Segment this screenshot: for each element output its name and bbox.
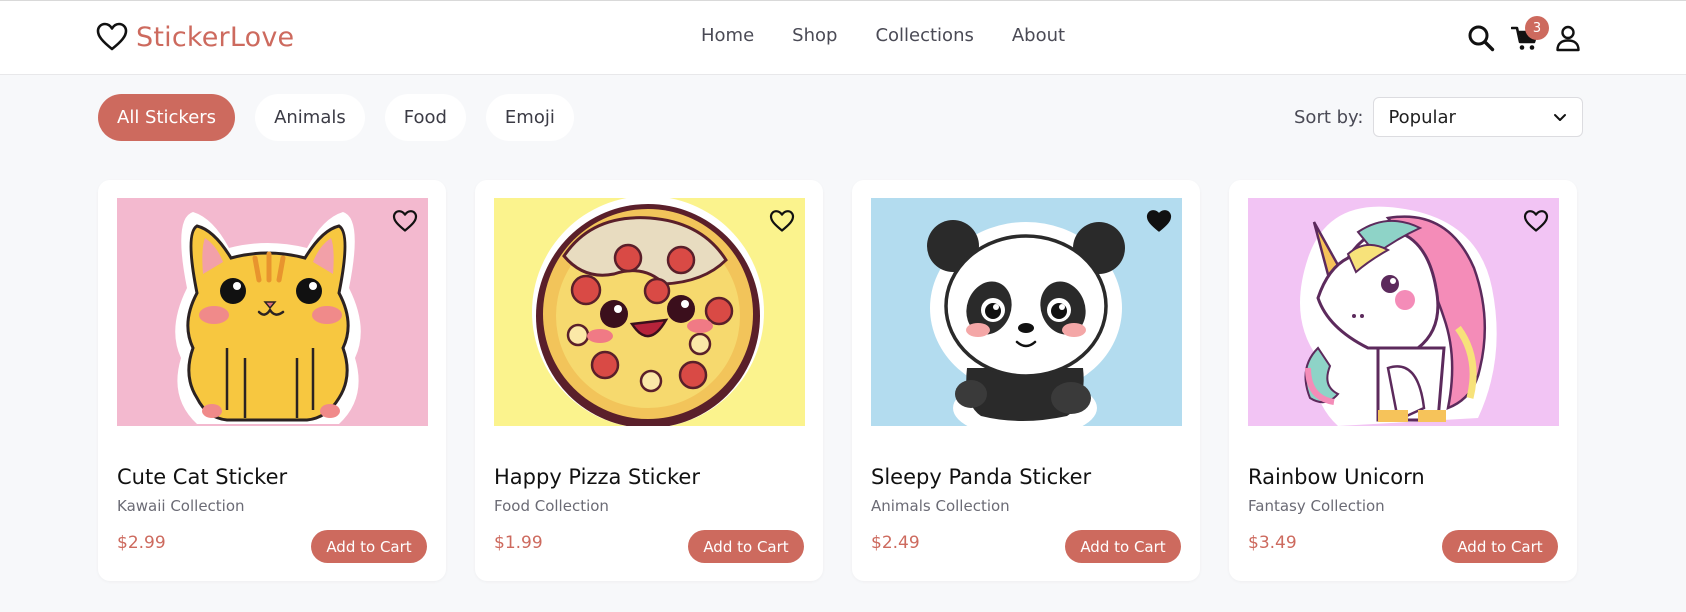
product-card: Rainbow Unicorn Fantasy Collection $3.49… [1229,180,1577,581]
unicorn-sticker-image [1248,198,1559,426]
product-grid: Cute Cat Sticker Kawaii Collection $2.99… [98,180,1577,581]
product-card: Happy Pizza Sticker Food Collection $1.9… [475,180,823,581]
add-to-cart-button[interactable]: Add to Cart [1065,530,1181,563]
product-card: Sleepy Panda Sticker Animals Collection … [852,180,1200,581]
product-name[interactable]: Happy Pizza Sticker [494,465,700,489]
search-icon[interactable] [1466,23,1496,53]
heart-logo-icon [96,22,128,51]
filter-all-stickers[interactable]: All Stickers [98,94,236,141]
sort-control: Sort by: Popular [1294,97,1584,137]
favorite-heart-icon[interactable] [390,206,420,236]
nav-about[interactable]: About [1012,23,1065,49]
panda-sticker-image [871,198,1182,426]
product-price: $2.99 [117,533,166,553]
sort-selected-value: Popular [1388,106,1456,128]
cat-sticker-image [117,198,428,426]
category-filters: All Stickers Animals Food Emoji [98,94,574,141]
product-name[interactable]: Cute Cat Sticker [117,465,287,489]
header-actions: 3 [1466,16,1580,55]
product-price: $2.49 [871,533,920,553]
brand-name: StickerLove [136,21,295,53]
chevron-down-icon [1554,114,1567,121]
filter-animals[interactable]: Animals [255,94,365,141]
user-icon[interactable] [1553,23,1583,53]
favorite-heart-filled-icon[interactable] [1144,206,1174,236]
product-price: $3.49 [1248,533,1297,553]
nav-home[interactable]: Home [701,23,754,49]
favorite-heart-icon[interactable] [1521,206,1551,236]
nav-shop[interactable]: Shop [792,23,837,49]
logo[interactable]: StickerLove [96,19,294,55]
product-image[interactable] [117,198,428,426]
product-card: Cute Cat Sticker Kawaii Collection $2.99… [98,180,446,581]
sort-select[interactable]: Popular [1373,97,1584,137]
filter-emoji[interactable]: Emoji [485,94,574,141]
product-image[interactable] [871,198,1182,426]
product-collection: Food Collection [494,497,609,515]
product-collection: Fantasy Collection [1248,497,1385,515]
main-nav: Home Shop Collections About [701,23,1065,49]
product-collection: Kawaii Collection [117,497,245,515]
product-name[interactable]: Sleepy Panda Sticker [871,465,1091,489]
add-to-cart-button[interactable]: Add to Cart [311,530,427,563]
pizza-sticker-image [494,198,805,426]
product-image[interactable] [1248,198,1559,426]
add-to-cart-button[interactable]: Add to Cart [688,530,804,563]
filter-food[interactable]: Food [384,94,466,141]
nav-collections[interactable]: Collections [875,23,973,49]
product-price: $1.99 [494,533,543,553]
sort-label: Sort by: [1294,106,1364,128]
product-image[interactable] [494,198,805,426]
add-to-cart-button[interactable]: Add to Cart [1442,530,1558,563]
cart-count-badge: 3 [1525,16,1549,40]
favorite-heart-icon[interactable] [767,206,797,236]
product-name[interactable]: Rainbow Unicorn [1248,465,1425,489]
product-collection: Animals Collection [871,497,1010,515]
site-header: StickerLove Home Shop Collections About … [0,1,1686,75]
